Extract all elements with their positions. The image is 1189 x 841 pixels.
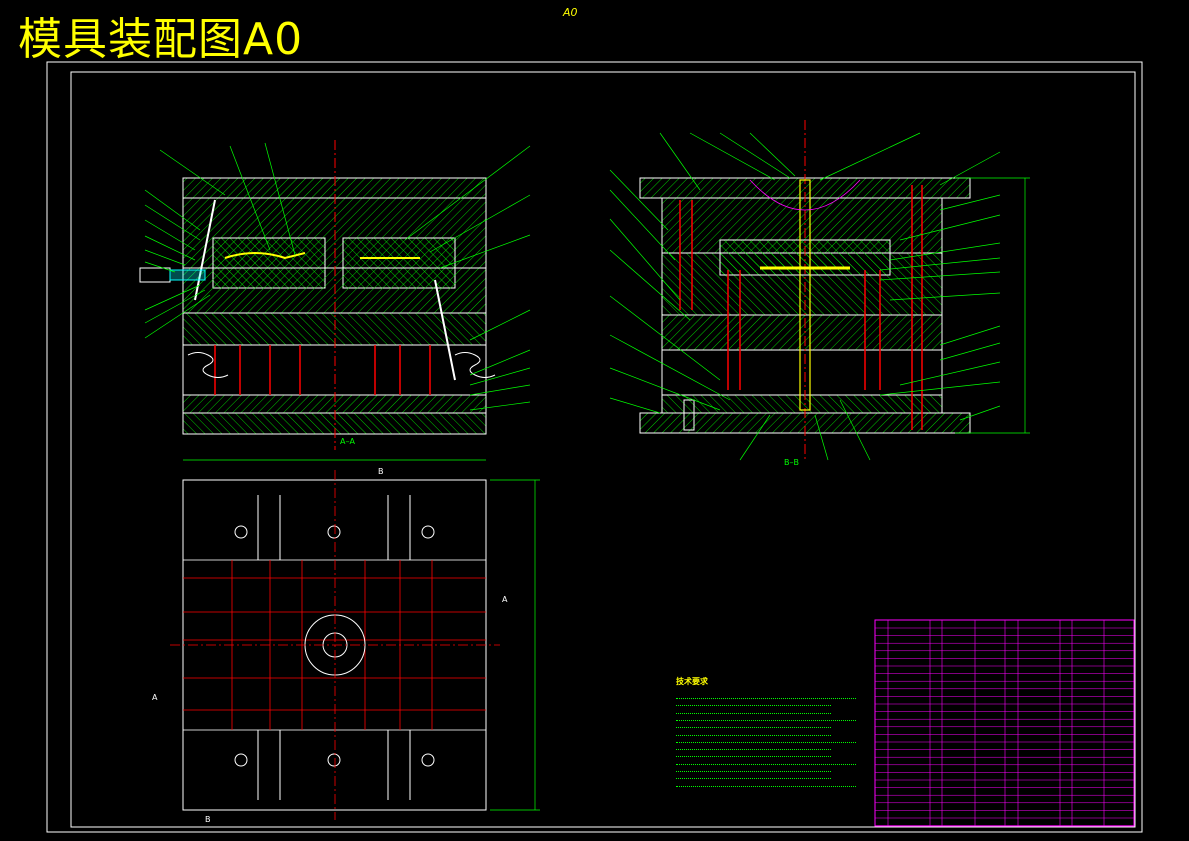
technical-requirements-title: 技术要求: [676, 677, 708, 686]
section-view-bb[interactable]: [639, 120, 1030, 460]
section-bb-label: B–B: [784, 458, 799, 467]
plan-view[interactable]: [170, 470, 540, 820]
plan-mark-b-top: B: [378, 467, 384, 476]
section-view-aa[interactable]: [139, 140, 496, 461]
cad-drawing-canvas[interactable]: A–A B–B B A B A: [0, 0, 1189, 841]
bill-of-materials-table[interactable]: [874, 619, 1135, 827]
plan-mark-b-bottom: B: [205, 815, 211, 824]
section-aa-label: A–A: [340, 437, 355, 446]
plan-mark-a-left: A: [152, 693, 158, 702]
tech-requirement-line: [676, 778, 856, 787]
plan-mark-a-right: A: [502, 595, 508, 604]
